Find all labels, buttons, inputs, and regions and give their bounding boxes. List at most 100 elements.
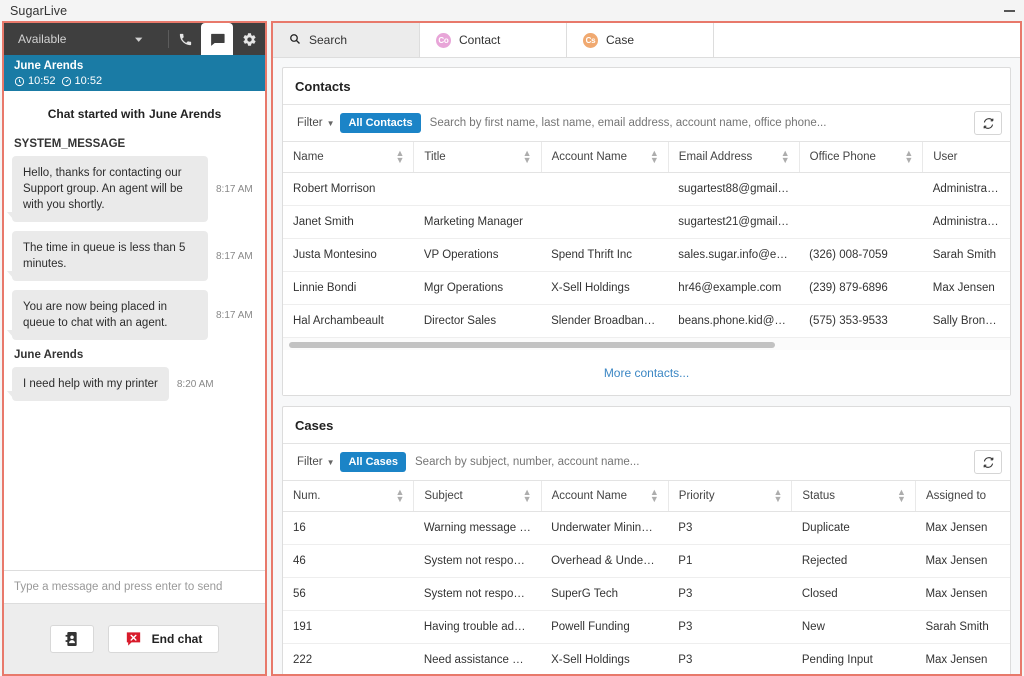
contacts-filter-label: Filter <box>297 117 323 129</box>
table-row[interactable]: 46System not respondingOverhead & Underf… <box>283 545 1010 578</box>
chat-message: I need help with my printer8:20 AM <box>12 367 257 401</box>
cases-card-title: Cases <box>283 407 1010 444</box>
chevron-down-icon: ▼ <box>327 458 335 467</box>
column-header-label: Priority <box>679 490 715 502</box>
chat-action-bar: End chat <box>4 604 265 674</box>
tab-case[interactable]: CsCase <box>567 23 714 57</box>
column-header[interactable]: Name▲▼ <box>283 142 414 173</box>
table-cell: Rejected <box>792 545 916 578</box>
table-cell: (575) 353-9533 <box>799 305 923 338</box>
table-cell: Spend Thrift Inc <box>541 239 668 272</box>
column-header[interactable]: Num.▲▼ <box>283 481 414 512</box>
elapsed-time: 10:52 <box>14 75 56 87</box>
table-cell: VP Operations <box>414 239 541 272</box>
sort-icon[interactable]: ▲▼ <box>897 489 906 503</box>
sort-icon[interactable]: ▲▼ <box>773 489 782 503</box>
table-row[interactable]: Linnie BondiMgr OperationsX-Sell Holding… <box>283 272 1010 305</box>
more-contacts-link[interactable]: More contacts... <box>604 366 689 380</box>
cases-filter-pill[interactable]: All Cases <box>340 452 406 472</box>
table-cell: P3 <box>668 512 792 545</box>
tab-search[interactable]: Search <box>273 23 420 57</box>
tab-contact[interactable]: CoContact <box>420 23 567 57</box>
column-header-label: User <box>933 151 957 163</box>
sort-icon[interactable]: ▲▼ <box>395 150 404 164</box>
column-header[interactable]: Office Phone▲▼ <box>799 142 923 173</box>
sort-icon[interactable]: ▲▼ <box>395 489 404 503</box>
table-cell: sugartest88@gmail.com <box>668 173 799 206</box>
sort-icon[interactable]: ▲▼ <box>523 489 532 503</box>
column-header-label: Status <box>802 490 835 502</box>
column-header[interactable]: User <box>923 142 1010 173</box>
end-chat-label: End chat <box>152 632 203 646</box>
contacts-search-input[interactable] <box>430 117 966 129</box>
agent-status-selector[interactable]: Available ▾ <box>4 23 168 55</box>
message-thread-list: SYSTEM_MESSAGEHello, thanks for contacti… <box>12 138 257 401</box>
table-cell: P1 <box>668 545 792 578</box>
message-composer[interactable]: Type a message and press enter to send <box>4 570 265 604</box>
table-cell: Warning message whe... <box>414 512 541 545</box>
cases-search-row: Filter ▼ All Cases <box>283 444 1010 481</box>
end-chat-button[interactable]: End chat <box>108 625 220 653</box>
table-header-row: Num.▲▼Subject▲▼Account Name▲▼Priority▲▼S… <box>283 481 1010 512</box>
table-cell <box>799 173 923 206</box>
sugarlive-chat-panel: Available ▾ June Arends <box>2 21 267 676</box>
minimize-button[interactable] <box>1004 10 1015 12</box>
chat-message: You are now being placed in queue to cha… <box>12 290 257 340</box>
console-panel: SearchCoContactCsCase Contacts Filter ▼ … <box>271 21 1022 676</box>
cases-filter-button[interactable]: Filter ▼ <box>291 453 340 471</box>
contacts-hscroll-thumb[interactable] <box>289 342 775 348</box>
column-header[interactable]: Title▲▼ <box>414 142 541 173</box>
table-cell <box>414 173 541 206</box>
window-title: SugarLive <box>10 4 67 18</box>
table-cell: 222 <box>283 644 414 676</box>
chat-icon[interactable] <box>201 23 233 55</box>
cases-search-input[interactable] <box>415 456 966 468</box>
table-row[interactable]: 191Having trouble adding ...Powell Fundi… <box>283 611 1010 644</box>
table-cell: sales.sugar.info@exam... <box>668 239 799 272</box>
contacts-filter-button[interactable]: Filter ▼ <box>291 114 340 132</box>
table-cell: Robert Morrison <box>283 173 414 206</box>
contacts-filter-pill[interactable]: All Contacts <box>340 113 420 133</box>
cases-refresh-button[interactable] <box>974 450 1002 474</box>
table-cell: P3 <box>668 611 792 644</box>
table-row[interactable]: Hal ArchambeaultDirector SalesSlender Br… <box>283 305 1010 338</box>
sort-icon[interactable]: ▲▼ <box>523 150 532 164</box>
gear-icon[interactable] <box>233 23 265 55</box>
sort-icon[interactable]: ▲▼ <box>781 150 790 164</box>
table-cell: P3 <box>668 644 792 676</box>
table-cell: Closed <box>792 578 916 611</box>
column-header[interactable]: Status ▲▼ <box>792 481 916 512</box>
table-cell: (326) 008-7059 <box>799 239 923 272</box>
table-row[interactable]: Justa MontesinoVP OperationsSpend Thrift… <box>283 239 1010 272</box>
table-row[interactable]: Janet SmithMarketing Managersugartest21@… <box>283 206 1010 239</box>
column-header[interactable]: Assigned to <box>915 481 1010 512</box>
table-row[interactable]: 56System not respondingSuperG TechP3Clos… <box>283 578 1010 611</box>
column-header[interactable]: Email Address▲▼ <box>668 142 799 173</box>
column-header[interactable]: Subject▲▼ <box>414 481 541 512</box>
table-cell: Max Jensen <box>915 644 1010 676</box>
column-header[interactable]: Account Name▲▼ <box>541 142 668 173</box>
phone-icon[interactable] <box>169 23 201 55</box>
chevron-down-icon: ▾ <box>136 34 143 44</box>
table-cell: SuperG Tech <box>541 578 668 611</box>
window-titlebar: SugarLive <box>0 0 1024 21</box>
refresh-icon <box>982 456 995 469</box>
column-header[interactable]: Priority ▲▼ <box>668 481 792 512</box>
sort-icon[interactable]: ▲▼ <box>904 150 913 164</box>
sort-icon[interactable]: ▲▼ <box>650 489 659 503</box>
table-row[interactable]: 16Warning message whe...Underwater Minin… <box>283 512 1010 545</box>
contacts-card: Contacts Filter ▼ All Contacts <box>282 67 1011 396</box>
column-header[interactable]: Account Name▲▼ <box>541 481 668 512</box>
chat-started-notice: Chat started withJune Arends <box>12 91 257 135</box>
address-book-icon[interactable] <box>50 625 94 653</box>
contacts-refresh-button[interactable] <box>974 111 1002 135</box>
table-cell: Marketing Manager <box>414 206 541 239</box>
table-cell: Duplicate <box>792 512 916 545</box>
contacts-hscrollbar[interactable] <box>283 337 1010 350</box>
table-cell: Sarah Smith <box>915 611 1010 644</box>
tabstrip-filler <box>714 23 1020 57</box>
table-row[interactable]: Robert Morrisonsugartest88@gmail.comAdmi… <box>283 173 1010 206</box>
table-row[interactable]: 222Need assistance with l...X-Sell Holdi… <box>283 644 1010 676</box>
active-contact-header[interactable]: June Arends 10:52 10:52 <box>4 55 265 91</box>
sort-icon[interactable]: ▲▼ <box>650 150 659 164</box>
